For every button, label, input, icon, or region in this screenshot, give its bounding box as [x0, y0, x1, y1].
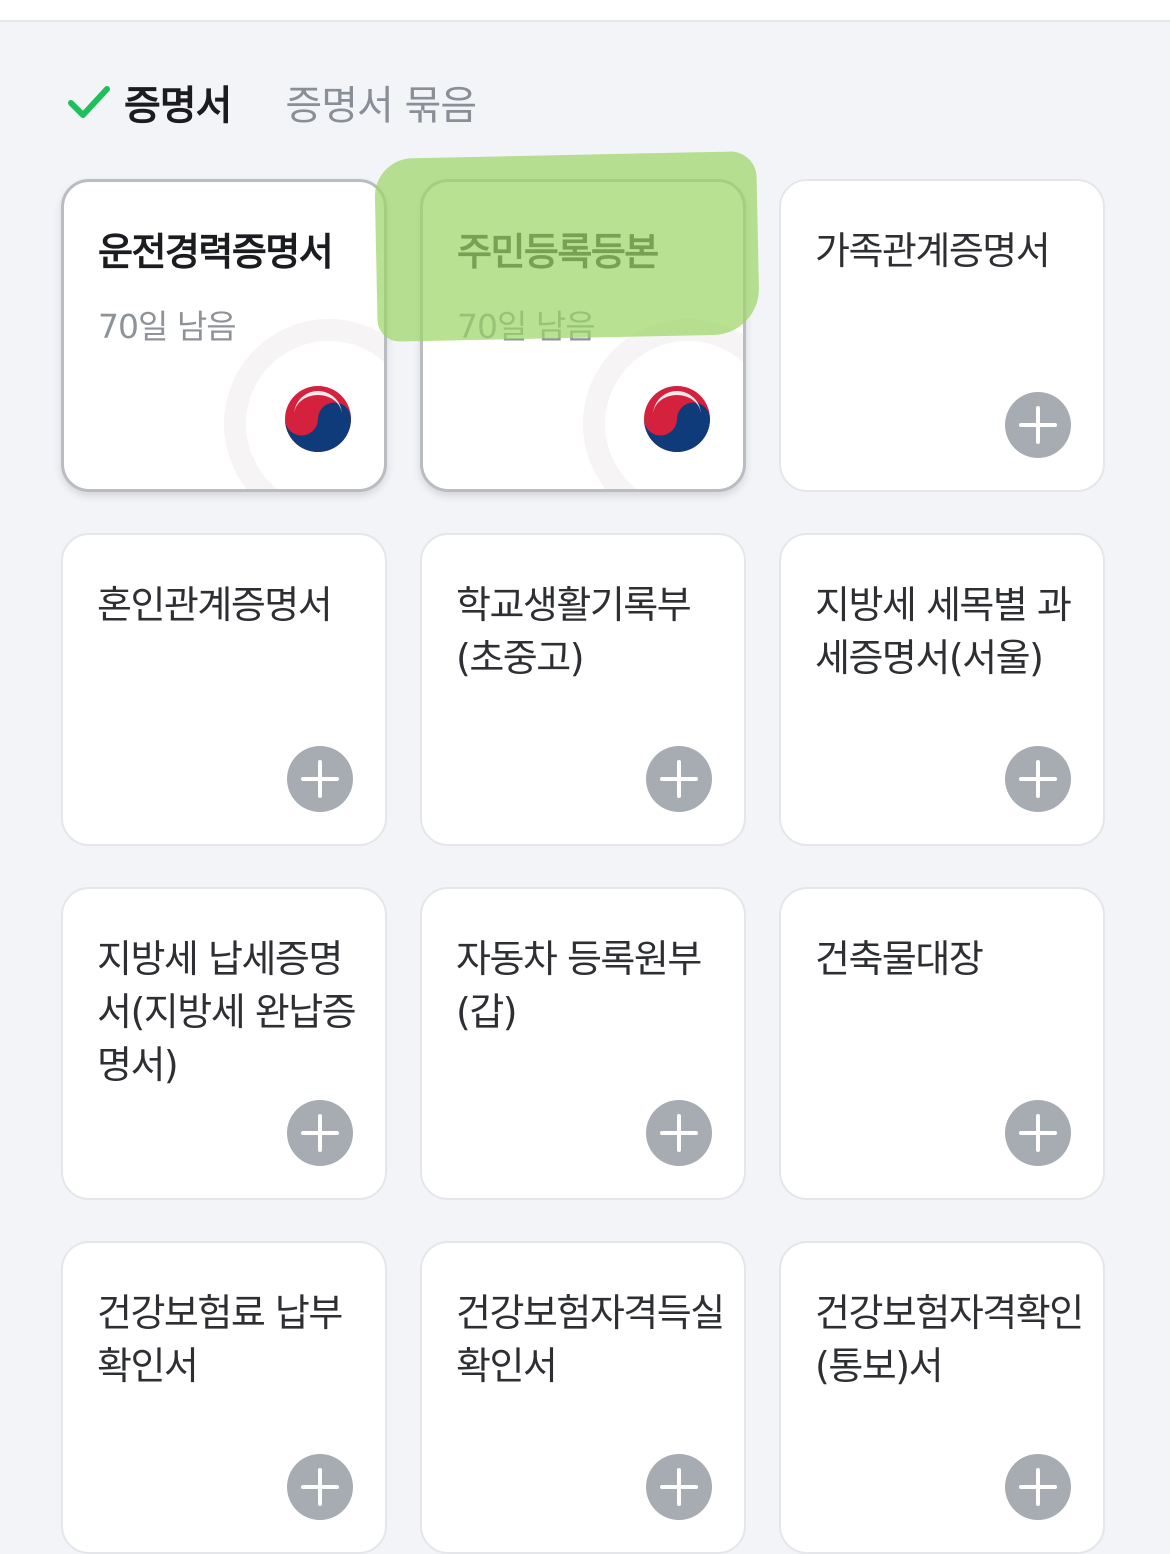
card-title: 가족관계증명서	[815, 229, 1051, 273]
certificate-card-resident-register[interactable]: 주민등록등본 70일 남음	[420, 179, 746, 492]
card-title: 지방세 납세증명서(지방세 완납증명서)	[97, 937, 357, 1087]
gov-emblem-icon	[644, 386, 710, 452]
certificate-card-family-relation[interactable]: 가족관계증명서	[779, 179, 1105, 492]
card-title: 자동차 등록원부(갑)	[456, 937, 702, 1034]
card-title: 혼인관계증명서	[97, 583, 333, 627]
card-remaining-days: 70일 남음	[457, 307, 596, 346]
card-remaining-days: 70일 남음	[98, 307, 237, 346]
certificate-card-marriage-relation[interactable]: 혼인관계증명서	[61, 533, 387, 846]
card-title: 운전경력증명서	[98, 230, 334, 274]
add-icon[interactable]	[646, 1100, 712, 1166]
top-bar	[0, 0, 1170, 22]
certificate-card-health-insurance-qualification[interactable]: 건강보험자격득실확인서	[420, 1241, 746, 1554]
add-icon[interactable]	[287, 1454, 353, 1520]
certificate-card-local-tax-payment[interactable]: 지방세 납세증명서(지방세 완납증명서)	[61, 887, 387, 1200]
gov-emblem-icon	[285, 386, 351, 452]
add-icon[interactable]	[646, 746, 712, 812]
add-icon[interactable]	[1005, 392, 1071, 458]
certificate-card-school-record[interactable]: 학교생활기록부(초중고)	[420, 533, 746, 846]
card-title: 건축물대장	[815, 937, 984, 981]
add-icon[interactable]	[646, 1454, 712, 1520]
add-icon[interactable]	[1005, 1100, 1071, 1166]
certificate-card-local-tax-item[interactable]: 지방세 세목별 과세증명서(서울)	[779, 533, 1105, 846]
certificate-card-driving-record[interactable]: 운전경력증명서 70일 남음	[61, 179, 387, 492]
card-title: 지방세 세목별 과세증명서(서울)	[815, 583, 1072, 680]
certificate-card-vehicle-register[interactable]: 자동차 등록원부(갑)	[420, 887, 746, 1200]
tab-certificate-bundle[interactable]: 증명서 묶음	[285, 73, 477, 131]
add-icon[interactable]	[287, 1100, 353, 1166]
certificate-card-building-register[interactable]: 건축물대장	[779, 887, 1105, 1200]
card-title: 학교생활기록부(초중고)	[456, 583, 692, 680]
card-title: 건강보험자격확인(통보)서	[815, 1291, 1084, 1388]
check-icon	[68, 86, 110, 118]
card-title: 주민등록등본	[457, 230, 659, 274]
tab-certificates[interactable]: 증명서	[124, 73, 232, 131]
card-title: 건강보험자격득실확인서	[456, 1291, 725, 1388]
certificate-card-health-insurance-notice[interactable]: 건강보험자격확인(통보)서	[779, 1241, 1105, 1554]
add-icon[interactable]	[287, 746, 353, 812]
add-icon[interactable]	[1005, 1454, 1071, 1520]
tab-bar: 증명서 증명서 묶음	[66, 70, 477, 134]
certificate-card-health-insurance-payment[interactable]: 건강보험료 납부확인서	[61, 1241, 387, 1554]
card-title: 건강보험료 납부확인서	[97, 1291, 343, 1388]
add-icon[interactable]	[1005, 746, 1071, 812]
